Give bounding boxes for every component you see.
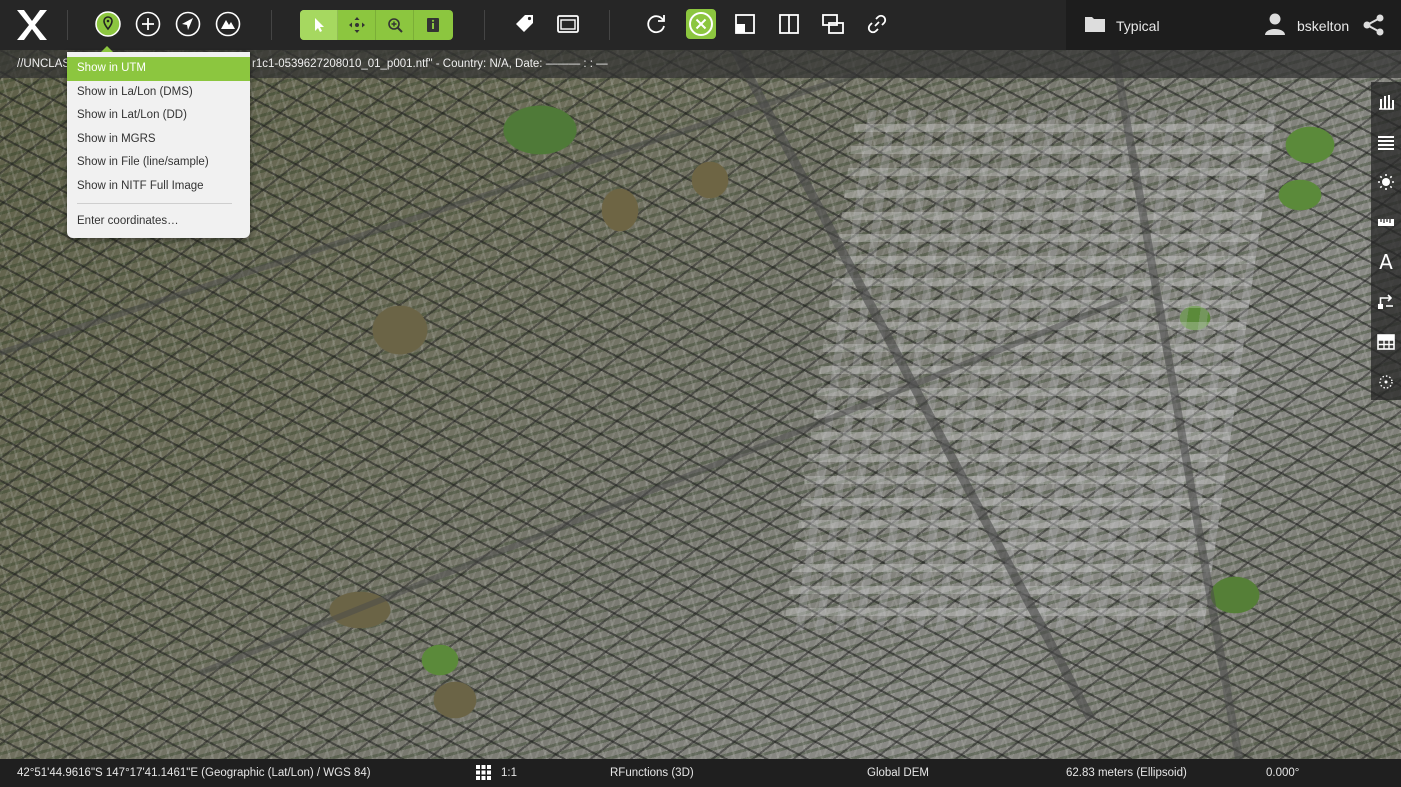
classification-label: //UNCLAS xyxy=(17,58,71,70)
username-label[interactable]: bskelton xyxy=(1297,18,1349,34)
brightness-icon xyxy=(1378,174,1394,190)
pan-icon xyxy=(348,17,365,33)
split-horizontal-button[interactable] xyxy=(818,9,848,39)
toolbar-divider xyxy=(484,10,485,40)
right-tool-panel: A xyxy=(1371,82,1401,400)
navigate-arrow-icon xyxy=(175,11,201,37)
layers-icon xyxy=(1378,136,1394,150)
menu-item-show-file[interactable]: Show in File (line/sample) xyxy=(67,151,250,175)
link-icon xyxy=(867,14,887,34)
tag-button[interactable] xyxy=(510,9,540,39)
screen-icon xyxy=(557,15,579,33)
link-button[interactable] xyxy=(862,9,892,39)
menu-item-show-nitf[interactable]: Show in NITF Full Image xyxy=(67,175,250,199)
layers-button[interactable] xyxy=(1376,132,1396,152)
toolbar-divider xyxy=(271,10,272,40)
menu-divider xyxy=(77,203,232,204)
pointer-tool-button[interactable] xyxy=(300,10,338,40)
text-icon: A xyxy=(1379,250,1393,274)
share-icon[interactable] xyxy=(1362,13,1386,37)
projection-readout[interactable]: RFunctions (3D) xyxy=(610,767,694,779)
location-pin-button[interactable] xyxy=(93,9,123,39)
dotted-circle-icon xyxy=(1379,375,1393,389)
elevation-readout: 62.83 meters (Ellipsoid) xyxy=(1066,767,1187,779)
close-circle-button[interactable] xyxy=(686,9,716,39)
single-pane-button[interactable] xyxy=(730,9,760,39)
interaction-tool-group xyxy=(300,10,453,40)
split-vertical-button[interactable] xyxy=(774,9,804,39)
text-tool-button[interactable]: A xyxy=(1376,252,1396,272)
ruler-button[interactable] xyxy=(1376,212,1396,232)
coordinate-format-menu: Show in UTM Show in La/Lon (DMS) Show in… xyxy=(67,46,250,238)
zoom-region-icon xyxy=(387,18,403,33)
toolbar-divider xyxy=(609,10,610,40)
histogram-icon xyxy=(1379,95,1394,110)
terrain-icon xyxy=(215,11,241,37)
status-bar: 42°51'44.9616"S 147°17'41.1461"E (Geogra… xyxy=(0,759,1401,787)
flow-button[interactable] xyxy=(1376,292,1396,312)
profile-label[interactable]: Typical xyxy=(1116,18,1160,34)
rotate-button[interactable] xyxy=(641,9,671,39)
info-icon xyxy=(427,18,439,32)
table-icon xyxy=(1377,334,1395,350)
menu-item-show-utm[interactable]: Show in UTM xyxy=(67,57,250,81)
info-tool-button[interactable] xyxy=(414,10,452,40)
menu-item-show-dd[interactable]: Show in Lat/Lon (DD) xyxy=(67,104,250,128)
rotation-readout[interactable]: 0.000° xyxy=(1266,767,1299,779)
zoom-in-button[interactable] xyxy=(133,9,163,39)
pointer-icon xyxy=(314,18,324,32)
pan-tool-button[interactable] xyxy=(338,10,376,40)
ruler-icon xyxy=(1378,219,1394,226)
dotted-circle-button[interactable] xyxy=(1376,372,1396,392)
brightness-button[interactable] xyxy=(1376,172,1396,192)
folder-icon[interactable] xyxy=(1084,15,1106,33)
top-toolbar: Typical bskelton xyxy=(0,0,1401,50)
histogram-button[interactable] xyxy=(1376,92,1396,112)
table-button[interactable] xyxy=(1376,332,1396,352)
navigate-button[interactable] xyxy=(173,9,203,39)
x-logo-icon[interactable] xyxy=(15,8,49,42)
zoom-in-icon xyxy=(135,11,161,37)
menu-item-show-mgrs[interactable]: Show in MGRS xyxy=(67,128,250,152)
single-pane-icon xyxy=(735,14,755,34)
screen-button[interactable] xyxy=(553,9,583,39)
scale-readout[interactable]: 1:1 xyxy=(501,767,517,779)
user-icon[interactable] xyxy=(1264,12,1286,36)
split-horizontal-icon xyxy=(822,14,844,34)
toolbar-divider xyxy=(67,10,68,40)
cursor-coordinates[interactable]: 42°51'44.9616"S 147°17'41.1461"E (Geogra… xyxy=(17,767,371,779)
close-circle-icon xyxy=(689,12,713,36)
grid-icon[interactable] xyxy=(476,765,491,780)
split-vertical-icon xyxy=(779,14,799,34)
menu-item-show-dms[interactable]: Show in La/Lon (DMS) xyxy=(67,81,250,105)
menu-item-enter-coordinates[interactable]: Enter coordinates… xyxy=(67,210,250,234)
zoom-region-tool-button[interactable] xyxy=(376,10,414,40)
image-metadata-label: r1c1-0539627208010_01_p001.ntf" - Countr… xyxy=(252,58,608,70)
tag-icon xyxy=(516,15,533,32)
flow-icon xyxy=(1378,294,1393,309)
dem-readout[interactable]: Global DEM xyxy=(867,767,929,779)
terrain-button[interactable] xyxy=(213,9,243,39)
rotate-icon xyxy=(647,15,665,34)
location-pin-icon xyxy=(95,11,121,37)
